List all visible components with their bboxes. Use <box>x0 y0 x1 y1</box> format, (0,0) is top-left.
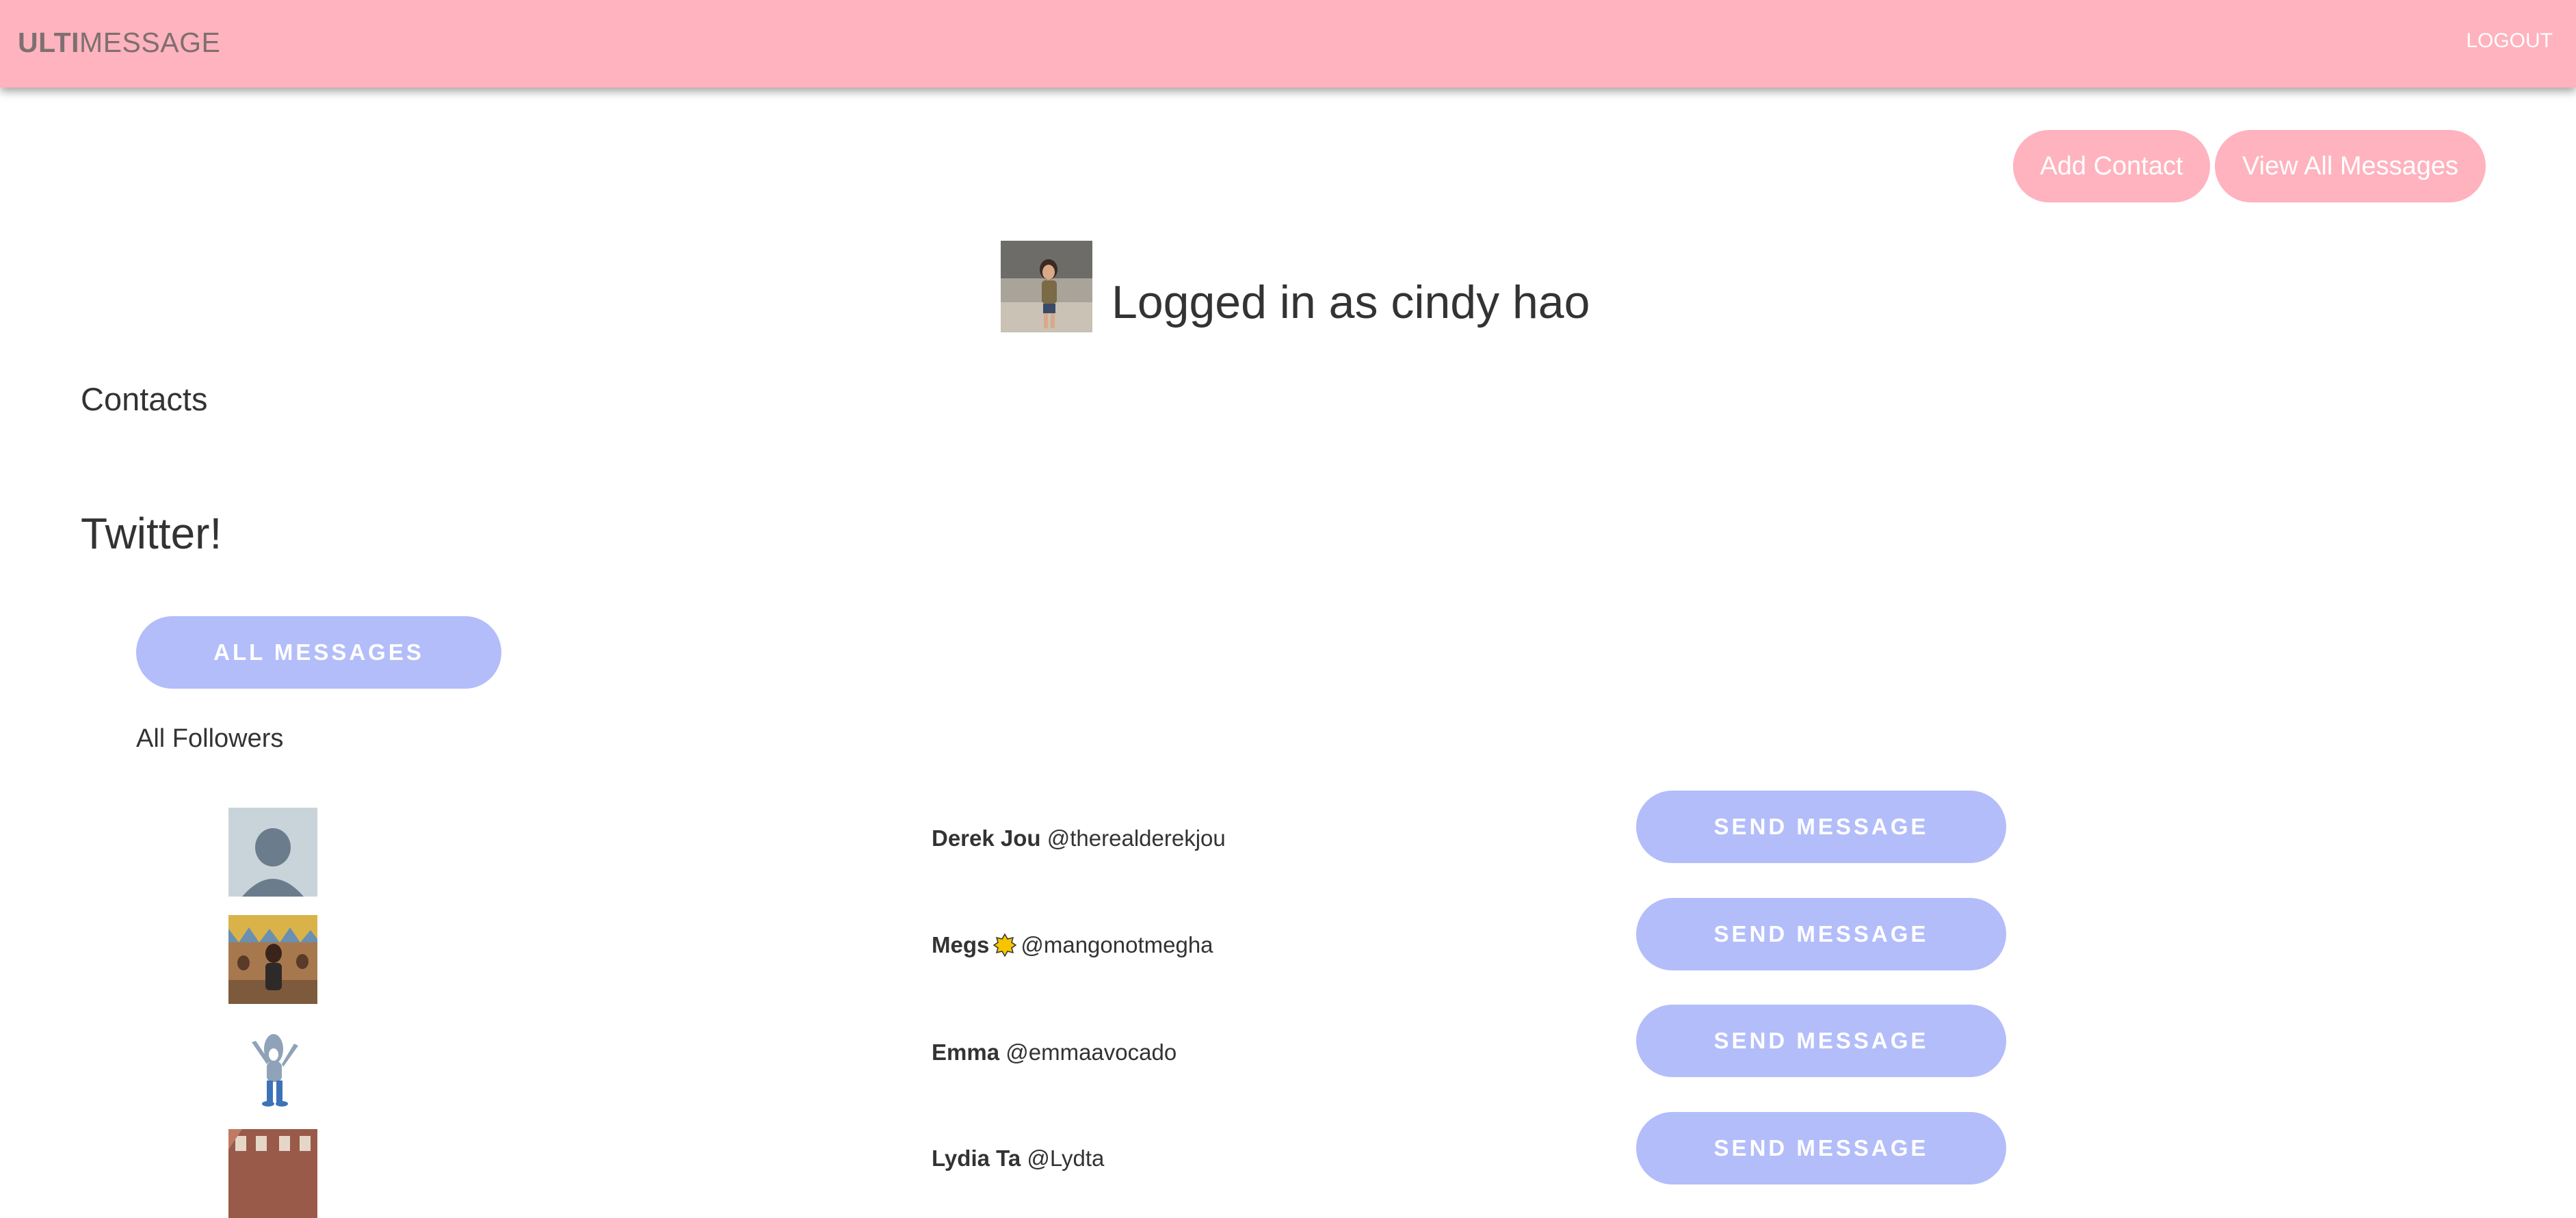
contacts-heading: Contacts <box>81 381 208 417</box>
follower-name: Derek Jou @therealderekjou <box>932 825 1226 852</box>
navbar: ULTIMESSAGE LOGOUT <box>0 0 2576 88</box>
brand-rest: MESSAGE <box>79 27 221 58</box>
user-avatar <box>1001 241 1092 332</box>
brand-logo[interactable]: ULTIMESSAGE <box>18 26 220 59</box>
yellow-sun-emoji-icon <box>993 933 1017 957</box>
follower-handle: @Lydta <box>1027 1146 1105 1171</box>
follower-handle: @therealderekjou <box>1047 825 1226 851</box>
follower-display-name: Emma <box>932 1040 1000 1065</box>
send-message-button[interactable]: SEND MESSAGE <box>1636 1005 2006 1077</box>
follower-avatar-default <box>228 808 317 897</box>
follower-handle: @mangonotmegha <box>1021 932 1213 957</box>
follower-name: Emma @emmaavocado <box>932 1039 1177 1066</box>
follower-avatar-building <box>228 1129 317 1218</box>
logged-in-text: Logged in as cindy hao <box>1112 276 1590 328</box>
follower-display-name: Derek Jou <box>932 825 1041 851</box>
send-message-button[interactable]: SEND MESSAGE <box>1636 898 2006 970</box>
brand-bold: ULTI <box>18 27 80 58</box>
view-all-messages-button[interactable]: View All Messages <box>2215 130 2486 202</box>
follower-name: Megs @mangonotmegha <box>932 931 1213 959</box>
follower-avatar-shark <box>228 1022 317 1111</box>
follower-display-name: Megs <box>932 932 990 957</box>
all-followers-heading: All Followers <box>136 724 284 753</box>
follower-name: Lydia Ta @Lydta <box>932 1145 1104 1172</box>
follower-avatar-photo <box>228 915 317 1004</box>
all-messages-button[interactable]: ALL MESSAGES <box>136 616 501 689</box>
send-message-button[interactable]: SEND MESSAGE <box>1636 791 2006 863</box>
follower-handle: @emmaavocado <box>1006 1040 1177 1065</box>
add-contact-button[interactable]: Add Contact <box>2013 130 2210 202</box>
send-message-button[interactable]: SEND MESSAGE <box>1636 1112 2006 1184</box>
logout-link[interactable]: LOGOUT <box>2466 27 2553 55</box>
follower-display-name: Lydia Ta <box>932 1146 1021 1171</box>
twitter-heading: Twitter! <box>81 509 222 558</box>
